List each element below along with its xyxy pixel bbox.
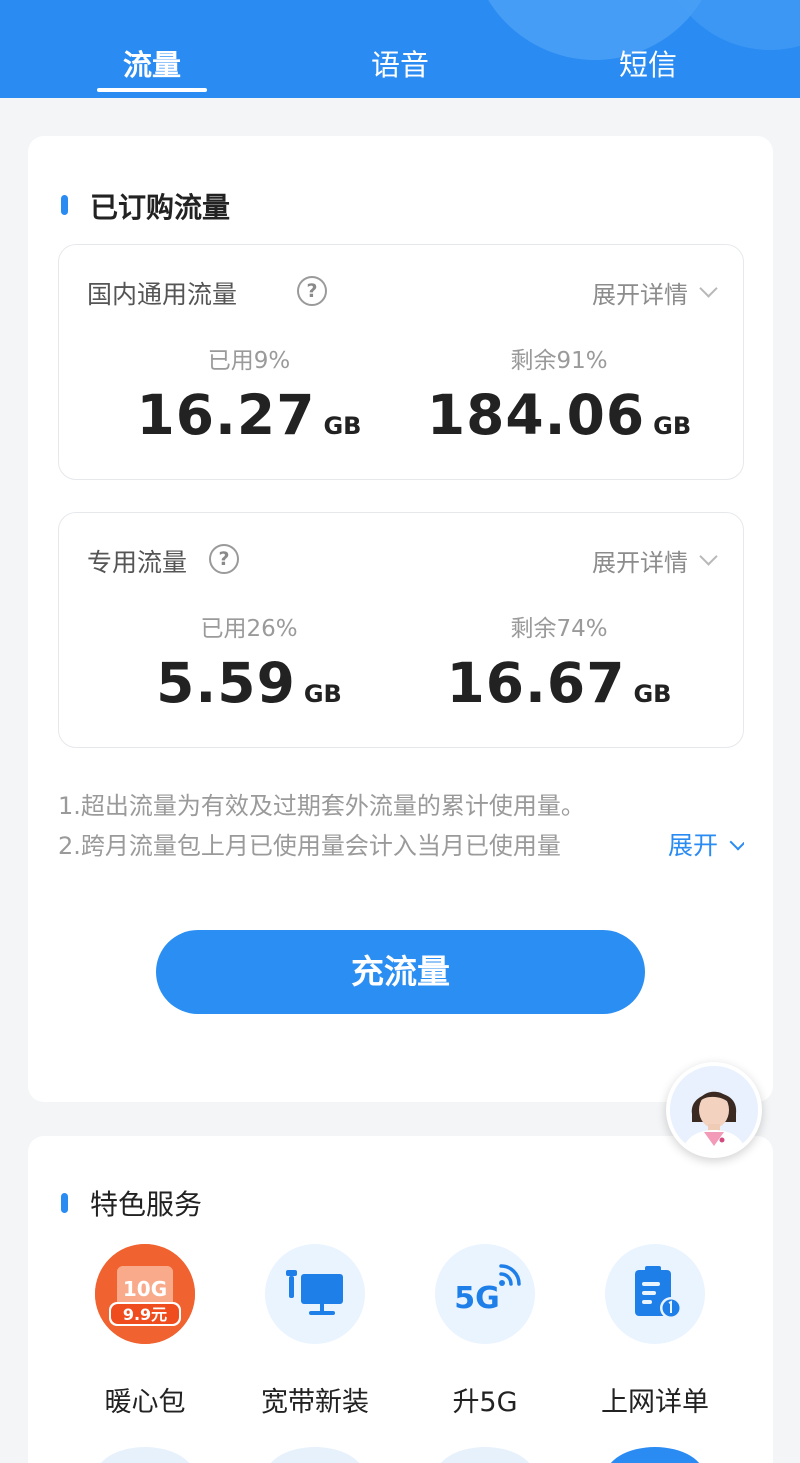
- dedicated-data-box: 专用流量 ? 展开详情 已用26% 5.59 GB 剩余74% 16.67 GB: [58, 512, 744, 748]
- domestic-data-title: 国内通用流量: [87, 280, 238, 309]
- gift-badge-text: 10G: [123, 1277, 167, 1301]
- help-icon[interactable]: ?: [297, 276, 327, 306]
- tab-data[interactable]: 流量: [72, 42, 232, 84]
- usage-notes: 1.超出流量为有效及过期套外流量的累计使用量。 2.跨月流量包上月已使用量会计入…: [58, 786, 758, 866]
- service-label: 升5G: [452, 1387, 518, 1418]
- service-upgrade-5g[interactable]: 5G 升5G: [410, 1244, 560, 1419]
- remaining-percent: 剩余91%: [510, 348, 608, 374]
- chevron-down-icon: [699, 547, 718, 566]
- clipboard-bill-icon: [605, 1244, 705, 1344]
- 5g-signal-icon: 5G: [435, 1244, 535, 1344]
- detail-label: 展开详情: [592, 281, 688, 309]
- assistant-avatar[interactable]: [666, 1062, 762, 1158]
- dedicated-remaining-stat: 剩余74% 16.67 GB: [409, 609, 709, 715]
- 5g-icon-text: 5G: [454, 1281, 500, 1316]
- service-label: 宽带新装: [261, 1387, 369, 1418]
- section-marker: [61, 195, 68, 215]
- note-line: 2.跨月流量包上月已使用量会计入当月已使用量: [58, 832, 561, 860]
- section-title: 已订购流量: [90, 191, 231, 224]
- recharge-data-button[interactable]: 充流量: [156, 930, 645, 1014]
- service-warm-pack[interactable]: 10G 9.9元 暖心包: [70, 1244, 220, 1419]
- chevron-down-icon: [699, 279, 718, 298]
- gift-box-icon: 10G 9.9元: [95, 1244, 195, 1344]
- expand-label: 展开: [667, 831, 718, 860]
- remaining-unit: GB: [653, 412, 692, 440]
- used-percent: 已用26%: [200, 616, 298, 642]
- top-tab-bar: 流量 语音 短信: [0, 0, 800, 98]
- tab-sms[interactable]: 短信: [568, 42, 728, 84]
- subscribed-data-card: 已订购流量 国内通用流量 ? 展开详情 已用9% 16.27 GB 剩余91% 1…: [28, 136, 773, 1102]
- domestic-used-stat: 已用9% 16.27 GB: [99, 341, 399, 447]
- broadband-monitor-icon: [265, 1244, 365, 1344]
- service-broadband-install[interactable]: 宽带新装: [240, 1244, 390, 1419]
- used-unit: GB: [323, 412, 362, 440]
- section-title: 特色服务: [90, 1188, 203, 1221]
- remaining-value: 16.67: [446, 651, 626, 715]
- tab-voice[interactable]: 语音: [320, 42, 480, 84]
- service-label: 暖心包: [104, 1387, 186, 1418]
- gift-price-text: 9.9元: [123, 1305, 167, 1324]
- service-data-bill[interactable]: 上网详单: [580, 1244, 730, 1419]
- note-line: 1.超出流量为有效及过期套外流量的累计使用量。: [58, 792, 585, 820]
- dedicated-data-title: 专用流量: [87, 548, 188, 577]
- help-icon[interactable]: ?: [209, 544, 239, 574]
- detail-label: 展开详情: [592, 549, 688, 577]
- used-value: 5.59: [156, 651, 296, 715]
- person-icon: [670, 1066, 758, 1154]
- domestic-remaining-stat: 剩余91% 184.06 GB: [409, 341, 709, 447]
- section-marker: [61, 1193, 68, 1213]
- used-percent: 已用9%: [207, 348, 291, 374]
- used-value: 16.27: [136, 383, 316, 447]
- remaining-unit: GB: [633, 680, 672, 708]
- dedicated-detail-toggle[interactable]: 展开详情: [592, 543, 718, 578]
- remaining-percent: 剩余74%: [510, 616, 608, 642]
- service-label: 上网详单: [601, 1387, 709, 1418]
- active-tab-indicator: [97, 88, 207, 92]
- expand-notes-button[interactable]: 展开: [663, 826, 744, 866]
- used-unit: GB: [303, 680, 342, 708]
- dedicated-used-stat: 已用26% 5.59 GB: [99, 609, 399, 715]
- domestic-data-box: 国内通用流量 ? 展开详情 已用9% 16.27 GB 剩余91% 184.06 G…: [58, 244, 744, 480]
- remaining-value: 184.06: [426, 383, 646, 447]
- chevron-down-icon: [729, 833, 744, 851]
- domestic-detail-toggle[interactable]: 展开详情: [592, 275, 718, 310]
